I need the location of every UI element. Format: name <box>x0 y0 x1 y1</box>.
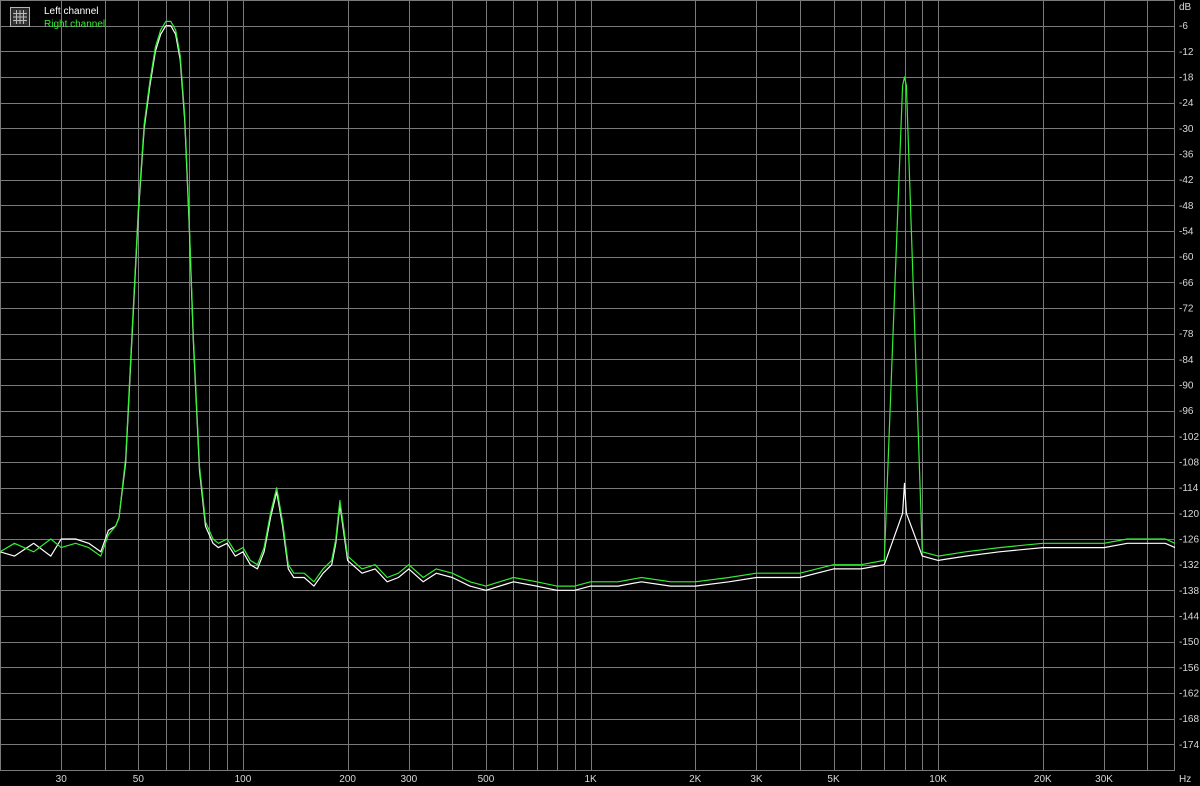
legend-grid-icon[interactable] <box>10 7 30 27</box>
y-tick-label: -24 <box>1179 98 1194 109</box>
y-tick-label: -138 <box>1179 586 1199 597</box>
x-tick-label: 500 <box>478 774 495 785</box>
x-tick-label: 30 <box>56 774 68 785</box>
x-tick-label: 50 <box>133 774 145 785</box>
y-tick-label: -48 <box>1179 201 1194 212</box>
y-tick-label: -72 <box>1179 304 1194 315</box>
x-tick-label: 1K <box>584 774 597 785</box>
y-tick-label: -12 <box>1179 47 1194 58</box>
y-tick-label: -108 <box>1179 458 1199 469</box>
y-tick-label: -78 <box>1179 329 1194 340</box>
legend: Left channel Right channel <box>10 5 105 31</box>
y-tick-label: -120 <box>1179 509 1199 520</box>
x-tick-label: 300 <box>400 774 417 785</box>
y-tick-label: -162 <box>1179 689 1199 700</box>
y-tick-label: -144 <box>1179 612 1199 623</box>
y-tick-label: -66 <box>1179 278 1194 289</box>
spectrum-chart: -6 -12 -18 -24 -30 -36 -42 -48 -54 -60 -66 -72 -78 -8… <box>0 0 1200 786</box>
x-tick-label: 30K <box>1095 774 1113 785</box>
x-tick-label: 10K <box>929 774 947 785</box>
x-tick-label: 5K <box>827 774 840 785</box>
x-tick-label: 200 <box>339 774 356 785</box>
y-tick-label: -84 <box>1179 355 1194 366</box>
legend-right-channel: Right channel <box>44 19 106 30</box>
y-tick-label: -54 <box>1179 227 1194 238</box>
y-tick-label: -156 <box>1179 663 1199 674</box>
y-tick-label: -96 <box>1179 406 1194 417</box>
y-tick-label: -126 <box>1179 535 1199 546</box>
y-tick-label: -36 <box>1179 150 1194 161</box>
y-tick-label: -168 <box>1179 714 1199 725</box>
y-tick-label: -18 <box>1179 73 1194 84</box>
x-tick-label: 100 <box>235 774 252 785</box>
x-tick-label: 3K <box>750 774 763 785</box>
y-tick-label: -114 <box>1179 483 1199 494</box>
y-tick-label: -102 <box>1179 432 1199 443</box>
x-tick-label: 20K <box>1034 774 1052 785</box>
y-tick-label: -6 <box>1179 21 1188 32</box>
y-unit-label: dB <box>1179 2 1192 13</box>
y-tick-label: -174 <box>1179 740 1199 751</box>
x-tick-label: 2K <box>689 774 702 785</box>
y-tick-label: -60 <box>1179 252 1194 263</box>
y-tick-label: -42 <box>1179 175 1194 186</box>
legend-left-channel: Left channel <box>44 6 99 17</box>
y-tick-label: -132 <box>1179 560 1199 571</box>
y-tick-label: -30 <box>1179 124 1194 135</box>
y-tick-label: -90 <box>1179 381 1194 392</box>
y-tick-label: -150 <box>1179 637 1199 648</box>
chart-background <box>0 0 1200 786</box>
x-unit-label: Hz <box>1179 774 1191 785</box>
